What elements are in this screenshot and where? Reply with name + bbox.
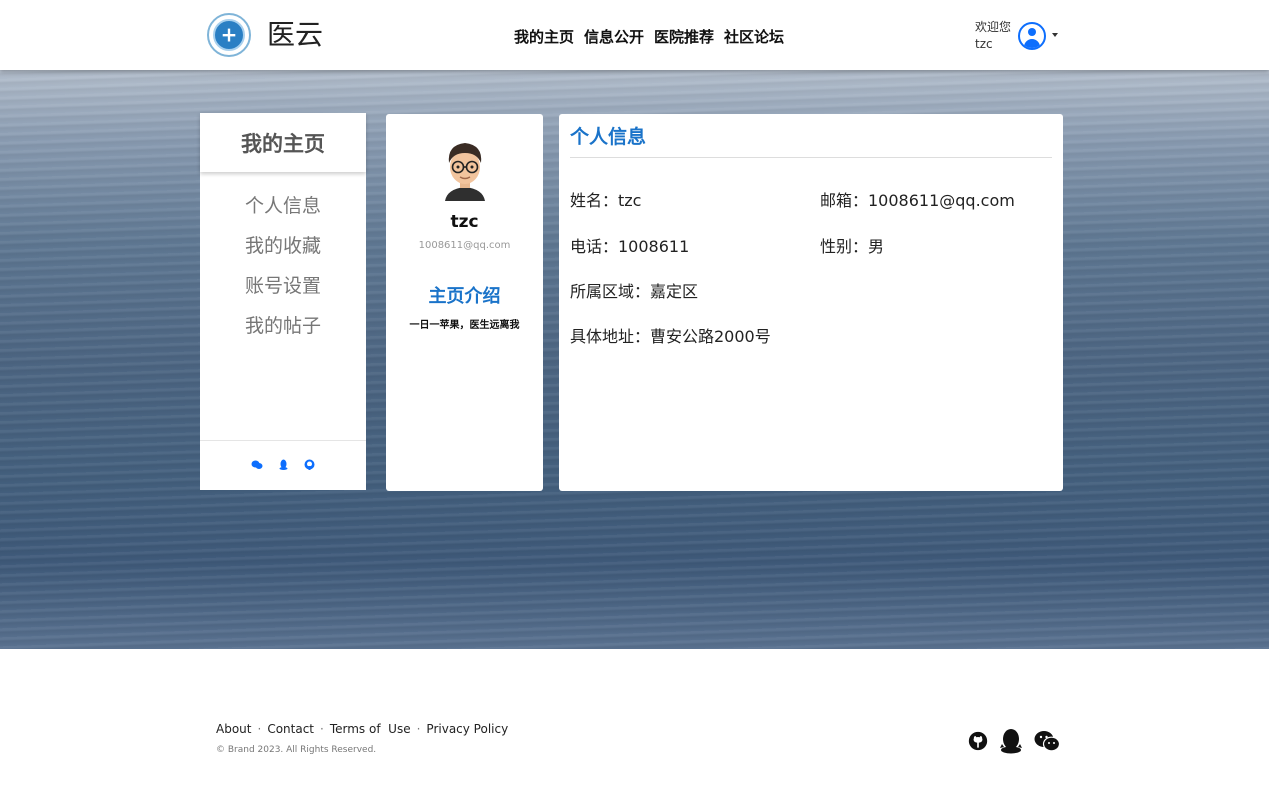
profile-avatar [441,139,489,203]
dropdown-caret-icon[interactable] [1052,33,1058,37]
menu-item-my-posts[interactable]: 我的帖子 [200,312,366,352]
footer-links: About · Contact · Terms of Use · Privacy Polic… [216,722,508,736]
nav-hospital-recommend[interactable]: 医院推荐 [654,26,714,47]
cross-icon: + [220,22,238,47]
menu-list: 个人信息 我的收藏 账号设置 我的帖子 [200,192,366,352]
logo-icon[interactable]: + [207,13,251,57]
menu-title: 我的主页 [200,113,366,172]
user-icon-head [1028,28,1036,36]
field-gender: 性别：男 [820,237,885,256]
menu-item-personal-info[interactable]: 个人信息 [200,192,366,232]
nav-community-forum[interactable]: 社区论坛 [724,26,784,47]
welcome-username: tzc [975,37,993,51]
footer-link-privacy[interactable]: Privacy Policy [426,722,508,736]
wechat-icon[interactable] [251,460,263,472]
logo-ring: + [213,19,245,51]
footer-link-about[interactable]: About [216,722,251,736]
profile-card: tzc 1008611@qq.com 主页介绍 一日一苹果，医生远离我 [386,114,543,491]
field-name: 姓名：tzc [570,191,642,210]
menu-item-account-settings[interactable]: 账号设置 [200,272,366,312]
github-icon[interactable] [304,459,315,472]
user-icon-body [1024,39,1040,48]
personal-info-card: 个人信息 姓名：tzc 邮箱：1008611@qq.com 电话：1008611… [559,114,1063,491]
qq-icon[interactable] [279,459,288,472]
nav-info-disclosure[interactable]: 信息公开 [584,26,644,47]
info-card-title: 个人信息 [570,126,647,148]
field-district: 所属区域：嘉定区 [570,282,699,301]
main-nav: 我的主页 信息公开 医院推荐 社区论坛 [514,26,784,47]
field-phone: 电话：1008611 [570,237,690,256]
menu-item-favorites[interactable]: 我的收藏 [200,232,366,272]
footer-link-terms[interactable]: Terms of Use [330,722,411,736]
intro-text: 一日一苹果，医生远离我 [409,320,520,331]
user-avatar-icon[interactable] [1018,22,1046,50]
wechat-icon[interactable] [1034,730,1061,756]
nav-my-homepage[interactable]: 我的主页 [514,26,574,47]
qq-icon[interactable] [1000,728,1022,758]
intro-heading: 主页介绍 [428,286,501,307]
top-navbar: + 医云 我的主页 信息公开 医院推荐 社区论坛 欢迎您 tzc [0,0,1269,70]
github-icon[interactable] [968,731,988,755]
profile-username: tzc [450,212,479,232]
menu-social-links [200,440,366,490]
field-email: 邮箱：1008611@qq.com [820,191,1015,210]
separator-dot: · [320,722,324,736]
welcome-text: 欢迎您 tzc [975,19,1011,53]
field-address: 具体地址：曹安公路2000号 [570,327,771,346]
side-menu: 我的主页 个人信息 我的收藏 账号设置 我的帖子 [200,113,366,490]
welcome-label: 欢迎您 [975,20,1012,34]
separator-dot: · [257,722,262,736]
profile-email: 1008611@qq.com [418,240,511,251]
brand-name[interactable]: 医云 [267,16,323,54]
footer-social-icons [968,728,1061,758]
copyright-text: © Brand 2023. All Rights Reserved. [216,745,377,755]
separator-dot: · [416,722,421,736]
info-divider [570,157,1052,158]
footer-link-contact[interactable]: Contact [267,722,314,736]
